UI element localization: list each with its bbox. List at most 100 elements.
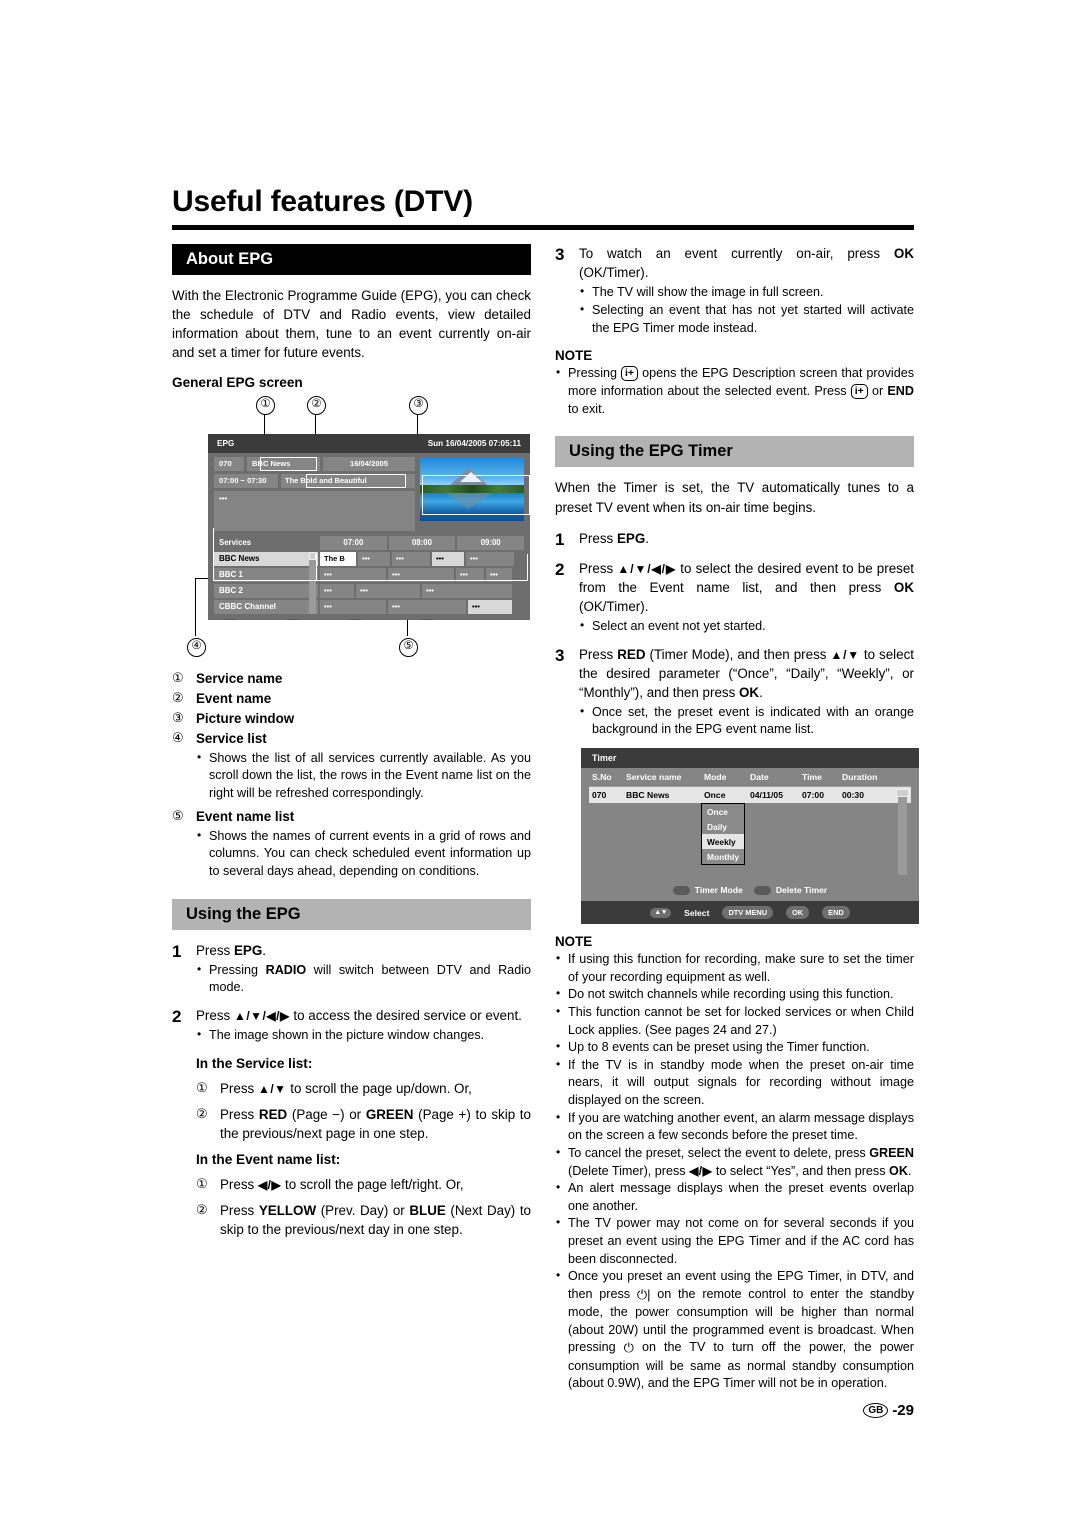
epg-event-cell-2-2[interactable]: •••	[422, 583, 512, 598]
timer-mode-option-weekly[interactable]: Weekly	[702, 834, 744, 850]
el-num-1: ①	[196, 1176, 208, 1192]
epg-event-cell-3-2[interactable]: •••	[468, 599, 512, 614]
epg-event-cell-1-1[interactable]: •••	[388, 567, 454, 582]
dtv-menu-key-icon-2[interactable]: DTV MENU	[722, 906, 774, 920]
epg-service-item-1[interactable]: BBC 1	[214, 567, 318, 582]
ok-key-icon-2[interactable]: OK	[786, 906, 810, 920]
epg-event-cell-0-4[interactable]: •••	[466, 551, 514, 566]
epg-event-cell-3-0[interactable]: •••	[320, 599, 386, 614]
timer-mode-option-once[interactable]: Once	[702, 804, 744, 819]
step-2-pre: Press	[196, 1007, 234, 1023]
epg-event-row-0: The B ••• ••• ••• •••	[320, 551, 524, 566]
treeline-shape	[420, 484, 524, 493]
reflection-shape	[446, 492, 492, 509]
timer-1-post: .	[645, 530, 649, 546]
page-number: -29	[892, 1401, 914, 1419]
timer-col-duration: Duration	[842, 772, 878, 783]
legend-num-3: ③	[172, 709, 184, 725]
step-number-3: 3	[555, 244, 565, 264]
epg-event-cell-2-0[interactable]: •••	[320, 583, 354, 598]
timer-step-3: 3 Press RED (Timer Mode), and then press…	[555, 645, 914, 740]
note-2-item-4: If the TV is in standby mode when the pr…	[555, 1056, 914, 1110]
epg-title-bar: EPG Sun 16/04/2005 07:05:11	[208, 433, 530, 453]
epg-event-cell-3-1[interactable]: •••	[388, 599, 466, 614]
red-button-icon-2[interactable]	[672, 885, 690, 895]
epg-service-scrollbar[interactable]	[309, 551, 316, 614]
el-num-2: ②	[196, 1202, 208, 1218]
epg-event-cell-1-3[interactable]: •••	[486, 567, 512, 582]
general-epg-screen-subhead: General EPG screen	[172, 374, 303, 390]
epg-service-item-0[interactable]: BBC News	[214, 551, 318, 566]
epg-description: •••	[214, 490, 415, 531]
up-down-arrows-icon-4[interactable]: ▲▼	[650, 907, 672, 918]
timer-key-guide-bar: ▲▼ Select DTV MENU OK END	[581, 901, 919, 925]
timer-col-sno: S.No	[592, 772, 612, 783]
legend-item-3: ③ Picture window	[172, 709, 531, 728]
timer-step-1-body: Press EPG.	[579, 529, 914, 551]
el-text-1: Press ◀/▶ to scroll the page left/right.…	[220, 1175, 531, 1194]
epg-event-row-2: ••• ••• •••	[320, 583, 524, 598]
epg-event-cell-0-1[interactable]: •••	[358, 551, 390, 566]
epg-service-list[interactable]: BBC News BBC 1 BBC 2 CBBC Channel	[214, 551, 318, 614]
step-1-key-epg: EPG	[233, 942, 263, 958]
callout-number-5: ⑤	[399, 637, 418, 657]
note-label-1: NOTE	[555, 348, 593, 364]
page-title: Useful features (DTV)	[172, 185, 473, 218]
epg-event-name-list[interactable]: The B ••• ••• ••• ••• ••• ••• ••• ••• ••• ••• ••• ••…	[320, 551, 524, 614]
note-1-post: to exit.	[568, 401, 606, 416]
epg-event-cell-1-0[interactable]: •••	[320, 567, 386, 582]
snowcap-shape-icon	[460, 471, 482, 482]
blue-button-icon[interactable]	[418, 618, 436, 620]
epg-service-item-3[interactable]: CBBC Channel	[214, 599, 318, 614]
service-list-item-1: ① Press ▲/▼ to scroll the page up/down. …	[196, 1079, 531, 1098]
el-2-pre: Press	[220, 1203, 259, 1219]
step-1-body: Press EPG. Pressing RADIO will switch be…	[196, 941, 531, 998]
epg-event-cell-0-3[interactable]: •••	[432, 551, 464, 566]
epg-event-cell-0-2[interactable]: •••	[392, 551, 430, 566]
timer-table-row[interactable]: 070 BBC News Once 04/11/05 07:00 00:30	[589, 787, 911, 804]
cancel-mid2: to select “Yes”, and then press	[712, 1163, 890, 1178]
epg-picture-window	[420, 456, 524, 521]
epg-event-cell-2-1[interactable]: •••	[356, 583, 420, 598]
epg-service-number: 070	[214, 456, 244, 471]
end-key-icon-2[interactable]: END	[822, 906, 850, 920]
red-button-icon[interactable]	[222, 618, 239, 620]
step-number-2: 2	[172, 1006, 182, 1026]
key-green: GREEN	[365, 1106, 414, 1122]
green-button-icon[interactable]	[284, 618, 302, 620]
timer-cell-mode: Once	[704, 790, 726, 801]
cancel-pre: To cancel the preset, select the event t…	[568, 1145, 870, 1160]
timer-cell-sno: 070	[592, 790, 607, 801]
key-ok-3: OK	[739, 684, 760, 700]
epg-date: 16/04/2005	[323, 456, 415, 471]
about-epg-intro: With the Electronic Programme Guide (EPG…	[172, 287, 531, 361]
sl-num-2: ②	[196, 1105, 208, 1121]
key-ok: OK	[893, 245, 914, 261]
step-1-post: .	[262, 942, 266, 958]
step-3-bullet-1: Selecting an event that has not yet star…	[579, 301, 914, 337]
legend-label-5: Event name list	[196, 808, 295, 824]
green-button-icon-2[interactable]	[753, 885, 771, 895]
epg-event-cell-1-2[interactable]: •••	[456, 567, 484, 582]
epg-scrollbar-thumb[interactable]	[309, 551, 316, 560]
note-2-item-0: If using this function for recording, ma…	[555, 950, 914, 986]
epg-service-item-2[interactable]: BBC 2	[214, 583, 318, 598]
timer-scrollbar[interactable]	[896, 789, 909, 876]
epg-event-cell-0-0[interactable]: The B	[320, 551, 356, 566]
key-blue: BLUE	[409, 1203, 446, 1219]
cancel-post: .	[907, 1163, 912, 1178]
timer-mode-option-monthly[interactable]: Monthly	[702, 849, 744, 864]
timer-scrollbar-thumb[interactable]	[896, 789, 909, 798]
timer-2-pre: Press	[579, 561, 618, 576]
note-label-2: NOTE	[555, 934, 593, 950]
yellow-button-icon[interactable]	[346, 618, 364, 620]
epg-time-range: 07:00 − 07:30	[214, 473, 278, 488]
key-end: END	[887, 384, 914, 399]
using-epg-step-1: 1 Press EPG. Pressing RADIO will switch …	[172, 941, 531, 998]
timer-step-1: 1 Press EPG.	[555, 529, 914, 551]
key-ok-4: OK	[889, 1163, 908, 1178]
timer-mode-dropdown[interactable]: Once Daily Weekly Monthly	[701, 803, 745, 866]
epg-color-label-0: Page −	[243, 619, 268, 620]
callout-number-1: ①	[256, 395, 275, 415]
timer-mode-option-daily[interactable]: Daily	[702, 819, 744, 834]
